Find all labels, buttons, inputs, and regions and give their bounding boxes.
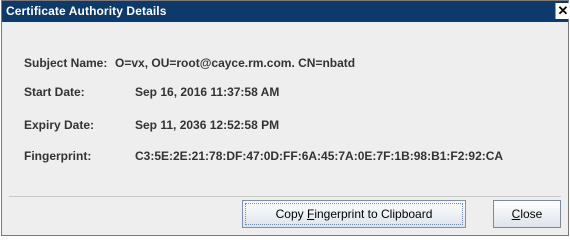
details-panel: Subject Name: O=vx, OU=root@cayce.rm.com… (2, 22, 568, 235)
subject-name-label: Subject Name: (24, 56, 108, 70)
expiry-date-value: Sep 11, 2036 12:52:58 PM (135, 118, 280, 132)
certificate-authority-dialog: Certificate Authority Details ✕ Subject … (1, 0, 570, 236)
close-icon[interactable]: ✕ (555, 3, 570, 19)
divider (9, 196, 561, 197)
fingerprint-label: Fingerprint: (24, 149, 92, 163)
subject-name-value: O=vx, OU=root@cayce.rm.com. CN=nbatd (115, 56, 356, 70)
copy-button-label-pre: Copy (275, 207, 307, 221)
copy-button-label-post: ingerprint to Clipboard (314, 207, 433, 221)
close-button-label-post: lose (520, 207, 543, 221)
copy-fingerprint-button[interactable]: Copy Fingerprint to Clipboard (242, 200, 466, 228)
fingerprint-value: C3:5E:2E:21:78:DF:47:0D:FF:6A:45:7A:0E:7… (135, 149, 504, 163)
start-date-label: Start Date: (24, 85, 85, 99)
title-bar[interactable]: Certificate Authority Details ✕ (2, 1, 570, 22)
window-title: Certificate Authority Details (6, 4, 167, 18)
start-date-value: Sep 16, 2016 11:37:58 AM (135, 85, 280, 99)
expiry-date-label: Expiry Date: (24, 118, 95, 132)
close-button[interactable]: Close (493, 200, 561, 228)
